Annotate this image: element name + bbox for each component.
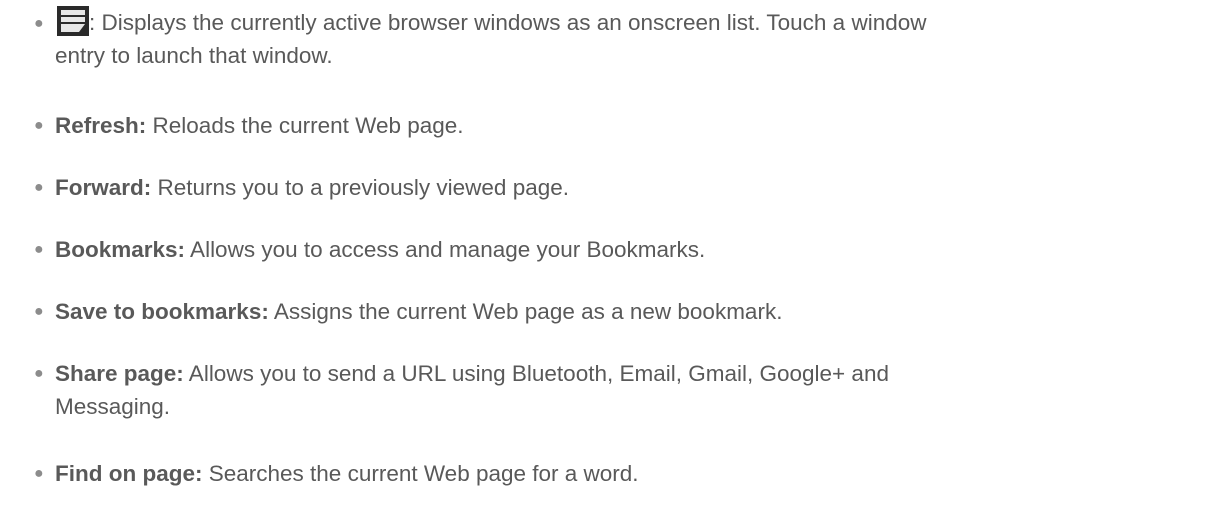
list-item-desc: Searches the current Web page for a word…: [202, 461, 639, 486]
list-item-term: Refresh:: [55, 113, 147, 138]
list-item-desc: Allows you to send a URL using Bluetooth…: [183, 361, 889, 386]
list-item-desc-cont: entry to launch that window.: [55, 43, 333, 68]
bullet: ●: [34, 15, 44, 32]
list-item-text: : Displays the currently active browser …: [55, 6, 1205, 72]
list-item-term: Find on page:: [55, 461, 203, 486]
bullet: ●: [34, 365, 44, 382]
list-item-term: Bookmarks:: [55, 237, 186, 262]
list-item-text: Save to bookmarks: Assigns the current W…: [55, 295, 1205, 328]
list-item-desc-cont: Messaging.: [55, 394, 171, 419]
list-item-text: Find on page: Searches the current Web p…: [55, 457, 1205, 490]
list-item-text: Bookmarks: Allows you to access and mana…: [55, 233, 1205, 266]
list-item-text: Refresh: Reloads the current Web page.: [55, 109, 1205, 142]
bullet: ●: [34, 241, 44, 258]
list-item-text: Forward: Returns you to a previously vie…: [55, 171, 1205, 204]
list-item-desc: Returns you to a previously viewed page.: [151, 175, 569, 200]
browser-windows-icon: [57, 6, 89, 36]
list-item-term: Share page:: [55, 361, 184, 386]
list-item-text: Share page: Allows you to send a URL usi…: [55, 357, 1205, 423]
bullet: ●: [34, 303, 44, 320]
list-item-desc: Allows you to access and manage your Boo…: [185, 237, 706, 262]
bullet: ●: [34, 117, 44, 134]
bullet: ●: [34, 179, 44, 196]
bullet: ●: [34, 465, 44, 482]
list-item-desc: Assigns the current Web page as a new bo…: [268, 299, 783, 324]
list-item-term: Forward:: [55, 175, 152, 200]
list-item-desc: Reloads the current Web page.: [146, 113, 464, 138]
list-item-desc: Displays the currently active browser wi…: [95, 10, 927, 35]
list-item-term: Save to bookmarks:: [55, 299, 269, 324]
